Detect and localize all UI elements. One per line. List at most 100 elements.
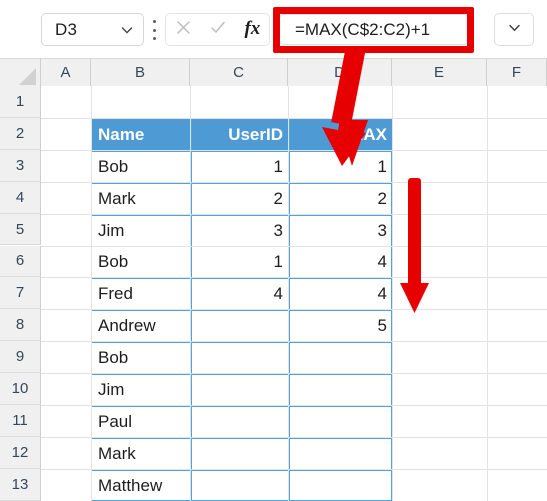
kebab-menu-icon[interactable] — [152, 20, 157, 40]
expand-formula-bar-button[interactable] — [494, 13, 534, 46]
fx-icon[interactable]: fx — [244, 19, 260, 40]
formula-input[interactable]: =MAX(C$2:C2)+1 — [279, 14, 469, 45]
gridline-vertical — [190, 86, 191, 501]
table-cell[interactable]: 1 — [191, 246, 289, 278]
table-row-separator — [92, 182, 393, 184]
row-header-label: 11 — [12, 411, 28, 429]
table-column-header[interactable]: UserID — [191, 119, 289, 151]
row-header-10[interactable]: 10 — [0, 373, 41, 405]
row-header-8[interactable]: 8 — [0, 309, 41, 342]
gridline-vertical — [487, 86, 488, 501]
table-row[interactable]: Mark 2 2 — [92, 183, 393, 215]
table-cell[interactable]: Mark — [92, 438, 191, 470]
table-cell[interactable]: Bob — [92, 246, 191, 278]
row-header-5[interactable]: 5 — [0, 213, 41, 246]
chevron-down-icon[interactable] — [120, 23, 134, 37]
column-header-label: D — [334, 64, 345, 81]
table-cell[interactable]: 1 — [191, 151, 289, 183]
table-row[interactable]: Jim — [92, 374, 393, 406]
column-header-f[interactable]: F — [487, 59, 547, 86]
cell-area[interactable]: Name UserID MAX Bob 1 1 Mark 2 2 Jim 3 3 Bob 1 4 Fred 4 4… — [41, 86, 547, 501]
row-header-3[interactable]: 3 — [0, 149, 41, 182]
table-cell[interactable]: 1 — [289, 151, 393, 183]
table-row[interactable]: Bob 1 4 — [92, 246, 393, 278]
row-header-6[interactable]: 6 — [0, 245, 41, 278]
table-cell[interactable]: 4 — [191, 278, 289, 310]
table-row[interactable]: Matthew — [92, 470, 393, 501]
row-header-label: 8 — [15, 316, 25, 334]
table-cell[interactable]: Jim — [92, 215, 191, 247]
row-header-label: 13 — [11, 475, 29, 493]
table-cell[interactable]: 4 — [289, 278, 393, 310]
gridline-horizontal — [41, 373, 547, 375]
row-header-column: 1 2 3 4 5 6 7 8 9 10 11 12 13 — [0, 86, 41, 501]
table-cell[interactable]: Bob — [92, 342, 191, 374]
table-header-row[interactable]: Name UserID MAX — [92, 118, 393, 151]
table-cell[interactable] — [289, 438, 393, 470]
table-row[interactable]: Andrew 5 — [92, 310, 393, 342]
table-cell[interactable] — [289, 374, 393, 406]
row-header-9[interactable]: 9 — [0, 341, 41, 374]
row-header-2[interactable]: 2 — [0, 117, 41, 150]
row-header-7[interactable]: 7 — [0, 277, 41, 310]
column-header-d[interactable]: D — [288, 59, 392, 86]
table-cell[interactable] — [191, 342, 289, 374]
row-header-12[interactable]: 12 — [0, 436, 41, 469]
table-row[interactable]: Bob 1 1 — [92, 151, 393, 183]
row-header-11[interactable]: 11 — [0, 405, 41, 437]
table-cell[interactable]: Matthew — [92, 470, 191, 501]
table-cell[interactable] — [191, 374, 289, 406]
table-cell[interactable]: 3 — [191, 215, 289, 247]
table-row[interactable]: Mark — [92, 438, 393, 470]
table-cell[interactable]: Mark — [92, 183, 191, 215]
table-row[interactable]: Fred 4 4 — [92, 278, 393, 310]
column-header-b[interactable]: B — [91, 59, 190, 86]
table-row-separator — [92, 246, 393, 248]
cancel-x-icon[interactable] — [175, 19, 192, 41]
table-cell[interactable]: Fred — [92, 278, 191, 310]
table-cell[interactable]: Andrew — [92, 310, 191, 342]
gridline-horizontal — [41, 117, 547, 119]
column-header-e[interactable]: E — [392, 59, 487, 86]
table-cell[interactable] — [191, 310, 289, 342]
confirm-check-icon[interactable] — [209, 19, 227, 41]
table-cell[interactable]: 2 — [289, 183, 393, 215]
column-header-c[interactable]: C — [190, 59, 288, 86]
table-column-header[interactable]: Name — [92, 119, 191, 151]
gridline-horizontal — [41, 149, 547, 151]
table-cell[interactable] — [289, 406, 393, 438]
table-cell[interactable]: Jim — [92, 374, 191, 406]
table-cell[interactable]: 2 — [191, 183, 289, 215]
name-box[interactable]: D3 — [41, 13, 144, 46]
row-header-label: 5 — [15, 220, 25, 238]
table-row[interactable]: Bob — [92, 342, 393, 374]
column-header-a[interactable]: A — [41, 59, 91, 86]
table-cell[interactable]: 4 — [289, 246, 393, 278]
gridline-horizontal — [41, 405, 547, 406]
select-all-corner-icon[interactable] — [0, 59, 41, 86]
row-header-label: 2 — [15, 124, 25, 142]
gridline-horizontal — [41, 213, 547, 215]
column-header-label: B — [134, 64, 145, 81]
row-header-1[interactable]: 1 — [0, 86, 41, 118]
table-cell[interactable]: 5 — [289, 310, 393, 342]
table-cell[interactable]: Bob — [92, 151, 191, 183]
table-row-separator — [92, 214, 393, 216]
gridline-vertical — [91, 86, 92, 501]
table-cell[interactable] — [289, 342, 393, 374]
row-header-4[interactable]: 4 — [0, 181, 41, 214]
formula-bar-strip: D3 fx =MAX(C$2:C2)+1 — [0, 0, 547, 59]
table-cell[interactable]: Paul — [92, 406, 191, 438]
table-cell[interactable] — [191, 406, 289, 438]
table-row[interactable]: Jim 3 3 — [92, 215, 393, 247]
column-header-label: F — [511, 64, 522, 81]
table-cell[interactable] — [191, 470, 289, 501]
table-column-header[interactable]: MAX — [289, 119, 393, 151]
gridline-vertical — [288, 86, 289, 501]
table-cell[interactable]: 3 — [289, 215, 393, 247]
table-cell[interactable] — [289, 470, 393, 501]
table-cell[interactable] — [191, 438, 289, 470]
table-row[interactable]: Paul — [92, 406, 393, 438]
table-row-separator — [92, 437, 393, 439]
row-header-13[interactable]: 13 — [0, 468, 41, 501]
